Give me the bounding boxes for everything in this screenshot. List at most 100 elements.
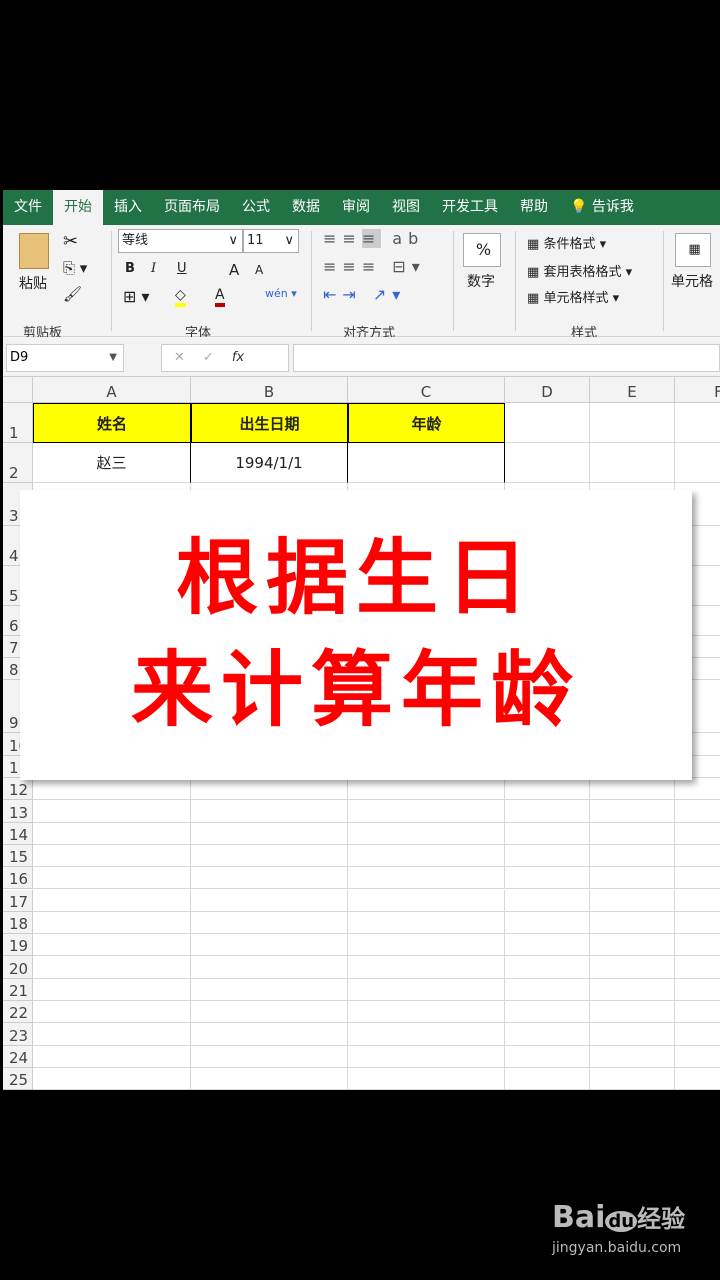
cell-B21[interactable]	[191, 978, 348, 1001]
name-box[interactable]: D9 ▼	[6, 344, 124, 372]
font-size-select[interactable]: 11 ∨	[243, 229, 299, 253]
cell-E15[interactable]	[590, 844, 675, 868]
row-header-14[interactable]: 14	[3, 822, 33, 845]
cell-E19[interactable]	[590, 934, 675, 957]
cell-F14[interactable]	[675, 823, 720, 845]
cell-styles-button[interactable]: ▦ 单元格样式 ▾	[527, 287, 619, 306]
cell-D19[interactable]	[505, 934, 590, 957]
row-header-12[interactable]: 12	[3, 778, 33, 801]
row-header-22[interactable]: 22	[3, 1001, 33, 1024]
cell-B20[interactable]	[191, 956, 348, 979]
row-header-19[interactable]: 19	[3, 934, 33, 957]
cell-F21[interactable]	[675, 979, 720, 1001]
row-header-17[interactable]: 17	[3, 889, 33, 912]
cell-C12[interactable]	[348, 778, 505, 801]
cell-D13[interactable]	[505, 800, 590, 823]
column-header-E[interactable]: E	[590, 377, 675, 403]
cell-C23[interactable]	[348, 1023, 505, 1046]
cell-A22[interactable]	[33, 1001, 191, 1024]
row-header-13[interactable]: 13	[3, 800, 33, 823]
cell-A16[interactable]	[33, 867, 191, 890]
fx-button[interactable]: fx	[232, 350, 244, 365]
format-painter-icon[interactable]: 🖌	[63, 285, 82, 303]
row-header-23[interactable]: 23	[3, 1023, 33, 1046]
conditional-format-button[interactable]: ▦ 条件格式 ▾	[527, 233, 606, 252]
cell-C25[interactable]	[348, 1067, 505, 1090]
cell-D22[interactable]	[505, 1001, 590, 1024]
cell-B17[interactable]	[191, 889, 348, 912]
cell-F12[interactable]	[675, 778, 720, 801]
cell-A20[interactable]	[33, 956, 191, 979]
cell-F1[interactable]	[675, 403, 720, 443]
cell-C24[interactable]	[348, 1045, 505, 1068]
cell-E16[interactable]	[590, 867, 675, 890]
shrink-font-button[interactable]: A	[255, 263, 263, 277]
cancel-icon[interactable]: ✕	[174, 350, 203, 365]
cell-A21[interactable]	[33, 978, 191, 1001]
row-header-15[interactable]: 15	[3, 844, 33, 868]
cell-D20[interactable]	[505, 956, 590, 979]
cell-C18[interactable]	[348, 911, 505, 935]
tab-data[interactable]: 数据	[281, 190, 331, 225]
copy-icon[interactable]: ⎘ ▾	[63, 259, 87, 277]
cell-B19[interactable]	[191, 934, 348, 957]
cells-button[interactable]: 单元格	[671, 271, 713, 291]
cell-D15[interactable]	[505, 844, 590, 868]
fill-color-icon[interactable]: ◇	[175, 287, 186, 307]
cell-A1[interactable]: 姓名	[33, 403, 191, 443]
row-header-25[interactable]: 25	[3, 1067, 33, 1090]
select-all-button[interactable]	[3, 377, 33, 403]
cell-A23[interactable]	[33, 1023, 191, 1046]
cell-B25[interactable]	[191, 1067, 348, 1090]
cell-B12[interactable]	[191, 778, 348, 801]
vertical-align-icons[interactable]: ≡≡≡ ab	[323, 229, 424, 248]
cell-D23[interactable]	[505, 1023, 590, 1046]
cell-B23[interactable]	[191, 1023, 348, 1046]
cell-B18[interactable]	[191, 911, 348, 935]
bold-button[interactable]: B	[125, 261, 135, 276]
row-header-24[interactable]: 24	[3, 1045, 33, 1068]
indent-icons[interactable]: ⇤⇥ ↗▾	[323, 285, 406, 304]
formula-input[interactable]	[293, 344, 720, 372]
format-as-table-button[interactable]: ▦ 套用表格格式 ▾	[527, 261, 632, 280]
cell-D1[interactable]	[505, 403, 590, 443]
borders-icon[interactable]: ⊞ ▾	[123, 287, 150, 306]
enter-icon[interactable]: ✓	[203, 350, 232, 365]
cell-E24[interactable]	[590, 1045, 675, 1068]
cell-B2[interactable]: 1994/1/1	[191, 443, 348, 483]
tab-formulas[interactable]: 公式	[231, 190, 281, 225]
cell-A19[interactable]	[33, 934, 191, 957]
cell-E2[interactable]	[590, 443, 675, 483]
cut-icon[interactable]: ✂	[63, 231, 78, 252]
tab-help[interactable]: 帮助	[509, 190, 559, 225]
tab-page-layout[interactable]: 页面布局	[153, 190, 231, 225]
cell-C16[interactable]	[348, 867, 505, 890]
cell-F22[interactable]	[675, 1001, 720, 1024]
row-header-20[interactable]: 20	[3, 956, 33, 979]
tell-me[interactable]: 💡 告诉我	[559, 190, 645, 225]
row-header-18[interactable]: 18	[3, 911, 33, 935]
cell-E1[interactable]	[590, 403, 675, 443]
cell-F16[interactable]	[675, 867, 720, 890]
cell-D18[interactable]	[505, 911, 590, 935]
cell-D21[interactable]	[505, 978, 590, 1001]
cell-B15[interactable]	[191, 844, 348, 868]
cell-A24[interactable]	[33, 1045, 191, 1068]
tab-review[interactable]: 审阅	[331, 190, 381, 225]
cell-F19[interactable]	[675, 934, 720, 957]
paste-icon[interactable]	[19, 233, 49, 269]
italic-button[interactable]: I	[151, 261, 156, 276]
cell-B13[interactable]	[191, 800, 348, 823]
cell-A13[interactable]	[33, 800, 191, 823]
cell-D12[interactable]	[505, 778, 590, 801]
cell-A25[interactable]	[33, 1067, 191, 1090]
tab-home[interactable]: 开始	[53, 190, 103, 225]
cell-D17[interactable]	[505, 889, 590, 912]
row-header-2[interactable]: 2	[3, 443, 33, 483]
tab-view[interactable]: 视图	[381, 190, 431, 225]
cell-F23[interactable]	[675, 1023, 720, 1046]
row-header-21[interactable]: 21	[3, 978, 33, 1001]
tab-insert[interactable]: 插入	[103, 190, 153, 225]
phonetic-icon[interactable]: wén ▾	[265, 287, 297, 300]
column-header-C[interactable]: C	[348, 377, 505, 403]
